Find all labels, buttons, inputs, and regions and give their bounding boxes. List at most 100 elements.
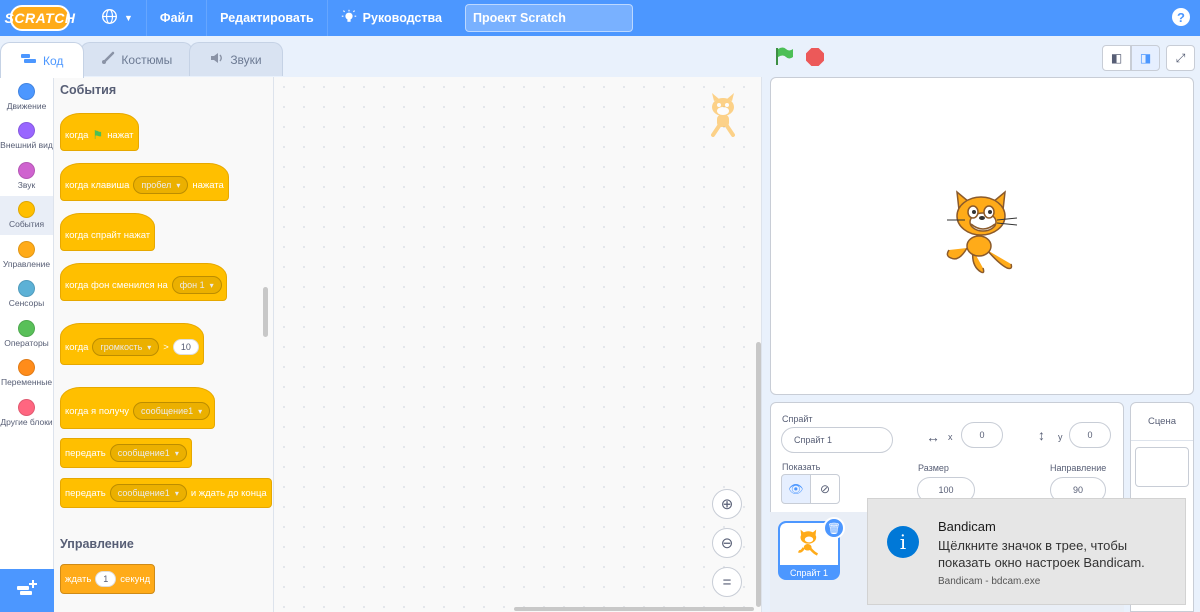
block-when-i-receive[interactable]: когда я получу сообщение1 [60,387,216,429]
fullscreen-button[interactable]: ⤢ [1166,45,1195,71]
file-menu[interactable]: Файл [145,0,206,36]
green-flag-button[interactable] [774,46,796,68]
block-when-flag-clicked[interactable]: когда ⚑ нажат [60,113,139,151]
sprite-name-label: Спрайт [782,414,813,424]
sprite-watermark-icon [703,93,743,139]
globe-icon [101,8,118,28]
block-text: нажат [107,129,134,141]
small-stage-button[interactable]: ◧ [1102,45,1131,71]
motion-dot-icon [18,82,35,100]
delete-sprite-button[interactable]: 🗑 [823,517,845,539]
zoom-in-button[interactable]: ⊕ [712,489,742,519]
vertical-arrows-icon: ↕ [1038,427,1045,443]
category-motion[interactable]: Движение [0,77,53,117]
zoom-out-button[interactable]: ⊖ [712,528,742,558]
notification-body: Щёлкните значок в трее, чтобы показать о… [938,538,1145,570]
events-dot-icon [18,201,35,219]
message-dropdown[interactable]: сообщение1 [109,444,187,462]
block-broadcast-and-wait[interactable]: передать сообщение1 и ждать до конца [60,478,272,508]
edit-menu[interactable]: Редактировать [206,0,326,36]
workspace-vertical-scrollbar[interactable] [756,342,761,607]
seconds-input[interactable]: 1 [95,571,117,587]
backdrop-dropdown[interactable]: фон 1 [171,276,222,294]
cat-sprite[interactable] [937,190,1029,282]
block-when-sprite-clicked[interactable]: когда спрайт нажат [60,213,156,251]
block-when-backdrop-switches[interactable]: когда фон сменился на фон 1 [60,263,227,301]
block-wait-seconds[interactable]: ждать 1 секунд [60,564,156,594]
stage-canvas[interactable] [770,77,1194,395]
block-text: когда [65,129,89,141]
tutorials-menu[interactable]: Руководства [326,0,455,36]
scratch-logo[interactable]: SCRATCH [5,5,75,31]
workspace-horizontal-scrollbar[interactable] [514,607,754,611]
tab-code[interactable]: Код [0,42,85,78]
hide-sprite-button[interactable]: ⊘ [810,474,840,504]
block-broadcast[interactable]: передать сообщение1 [60,438,192,468]
block-text: и ждать до конца [190,487,267,499]
code-workspace[interactable]: ⊕ ⊖ = [274,77,762,612]
block-when-greater-than[interactable]: когда громкость > 10 [60,323,204,365]
block-text: передать [65,447,106,459]
category-label: Управление [2,258,51,269]
block-text: когда я получу [65,405,130,417]
menu-bar: SCRATCH ▼ Файл Редактировать Руководства… [0,0,1200,36]
block-text: когда клавиша [65,179,130,191]
sprite-tile-name: Спрайт 1 [789,567,829,578]
palette-scrollbar[interactable] [263,287,268,337]
variables-dot-icon [18,359,35,377]
category-operators[interactable]: Операторы [0,314,53,354]
tab-sounds-label: Звуки [230,52,262,67]
category-my-blocks[interactable]: Другие блоки [0,393,53,433]
help-button[interactable]: ? [1172,8,1190,26]
category-events[interactable]: События [0,195,53,235]
control-dot-icon [18,240,35,258]
section-title-events: События [60,83,117,97]
category-menu: Движение Внешний вид Звук События Управл… [0,77,54,569]
stage-size-controls: ◧ ◨ ⤢ [1102,45,1195,71]
tab-costumes[interactable]: Костюмы [80,42,194,76]
category-sensing[interactable]: Сенсоры [0,275,53,315]
value-input[interactable]: 10 [172,339,199,355]
category-variables[interactable]: Переменные [0,354,53,394]
bandicam-notification[interactable]: i Bandicam Щёлкните значок в трее, чтобы… [867,498,1186,605]
category-label: Звук [17,179,36,190]
category-control[interactable]: Управление [0,235,53,275]
add-extension-icon [16,579,38,602]
x-input[interactable]: 0 [961,422,1003,448]
category-label: Другие блоки [0,416,53,427]
category-label: Сенсоры [8,298,45,309]
lightbulb-icon [341,9,357,28]
sprite-name-input[interactable]: Спрайт 1 [781,427,893,453]
category-label: Движение [6,100,47,111]
info-icon: i [887,526,919,558]
message-dropdown[interactable]: сообщение1 [109,484,187,502]
category-looks[interactable]: Внешний вид [0,117,53,157]
zoom-out-icon: ⊖ [720,535,734,552]
category-label: Операторы [4,337,49,348]
sensor-dropdown[interactable]: громкость [92,338,160,356]
speaker-icon [210,51,224,68]
add-extension-button[interactable] [0,569,54,612]
tab-sounds[interactable]: Звуки [189,42,283,76]
trash-icon: 🗑 [827,522,841,535]
sound-dot-icon [18,161,35,179]
large-stage-icon: ◨ [1139,51,1152,65]
backdrop-thumbnail[interactable] [1135,447,1189,487]
block-when-key-pressed[interactable]: когда клавиша пробел нажата [60,163,229,201]
my-blocks-dot-icon [18,398,35,416]
message-dropdown[interactable]: сообщение1 [133,402,211,420]
y-input[interactable]: 0 [1069,422,1111,448]
editor-tabs: Код Костюмы Звуки [0,42,283,78]
category-sound[interactable]: Звук [0,156,53,196]
language-menu[interactable]: ▼ [88,0,146,36]
zoom-reset-button[interactable]: = [712,567,742,597]
project-title-input[interactable]: Проект Scratch [464,4,633,32]
key-dropdown[interactable]: пробел [133,176,189,194]
large-stage-button[interactable]: ◨ [1131,45,1160,71]
show-label: Показать [782,462,821,472]
block-text: секунд [120,573,151,585]
small-stage-icon: ◧ [1110,51,1123,65]
block-text: передать [65,487,106,499]
show-sprite-button[interactable]: 👁 [781,474,811,504]
stop-button[interactable] [806,48,824,66]
